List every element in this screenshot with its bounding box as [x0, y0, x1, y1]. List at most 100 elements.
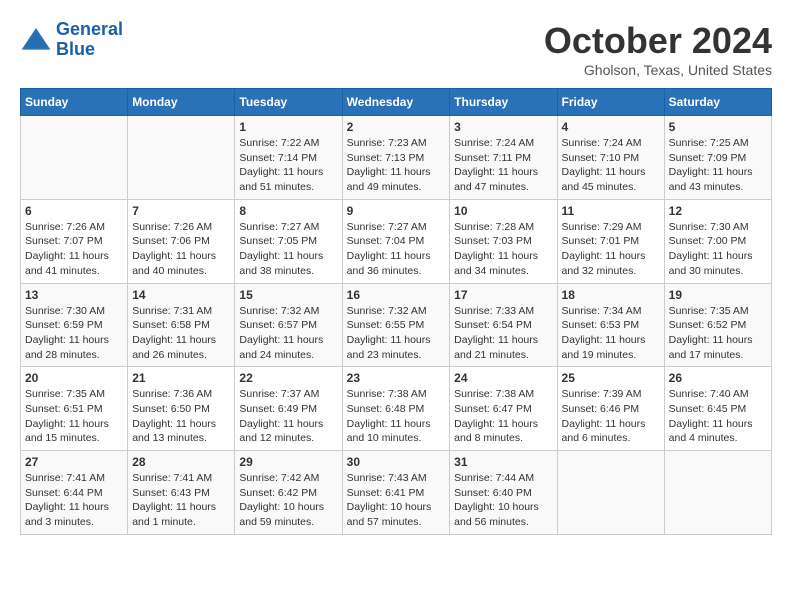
day-number: 3: [454, 120, 552, 134]
col-header-tuesday: Tuesday: [235, 89, 342, 116]
day-cell: 6 Sunrise: 7:26 AM Sunset: 7:07 PM Daylig…: [21, 199, 128, 283]
day-info: Sunrise: 7:36 AM Sunset: 6:50 PM Dayligh…: [132, 387, 230, 446]
day-cell: 3 Sunrise: 7:24 AM Sunset: 7:11 PM Daylig…: [450, 116, 557, 200]
day-number: 10: [454, 204, 552, 218]
day-info: Sunrise: 7:38 AM Sunset: 6:47 PM Dayligh…: [454, 387, 552, 446]
day-number: 15: [239, 288, 337, 302]
day-cell: 21Sunrise: 7:36 AM Sunset: 6:50 PM Dayli…: [128, 367, 235, 451]
day-info: Sunrise: 7:34 AM Sunset: 6:53 PM Dayligh…: [562, 304, 660, 363]
title-block: October 2024 Gholson, Texas, United Stat…: [544, 20, 772, 78]
day-info: Sunrise: 7:30 AM Sunset: 7:00 PM Dayligh…: [669, 220, 767, 279]
day-number: 29: [239, 455, 337, 469]
day-info: Sunrise: 7:26 AM Sunset: 7:06 PM Dayligh…: [132, 220, 230, 279]
logo-icon: [20, 24, 52, 56]
day-cell: 26 Sunrise: 7:40 AM Sunset: 6:45 PM Dayli…: [664, 367, 771, 451]
col-header-sunday: Sunday: [21, 89, 128, 116]
day-number: 6: [25, 204, 123, 218]
day-cell: 17 Sunrise: 7:33 AM Sunset: 6:54 PM Dayli…: [450, 283, 557, 367]
day-number: 19: [669, 288, 767, 302]
day-number: 26: [669, 371, 767, 385]
day-info: Sunrise: 7:32 AM Sunset: 6:57 PM Dayligh…: [239, 304, 337, 363]
day-info: Sunrise: 7:37 AM Sunset: 6:49 PM Dayligh…: [239, 387, 337, 446]
day-number: 31: [454, 455, 552, 469]
day-cell: 20Sunrise: 7:35 AM Sunset: 6:51 PM Dayli…: [21, 367, 128, 451]
day-info: Sunrise: 7:24 AM Sunset: 7:11 PM Dayligh…: [454, 136, 552, 195]
day-number: 13: [25, 288, 123, 302]
day-number: 8: [239, 204, 337, 218]
week-row-5: 27Sunrise: 7:41 AM Sunset: 6:44 PM Dayli…: [21, 451, 772, 535]
day-info: Sunrise: 7:27 AM Sunset: 7:05 PM Dayligh…: [239, 220, 337, 279]
day-info: Sunrise: 7:38 AM Sunset: 6:48 PM Dayligh…: [347, 387, 446, 446]
day-cell: 12 Sunrise: 7:30 AM Sunset: 7:00 PM Dayli…: [664, 199, 771, 283]
col-header-monday: Monday: [128, 89, 235, 116]
day-info: Sunrise: 7:23 AM Sunset: 7:13 PM Dayligh…: [347, 136, 446, 195]
day-cell: 15 Sunrise: 7:32 AM Sunset: 6:57 PM Dayli…: [235, 283, 342, 367]
day-number: 18: [562, 288, 660, 302]
day-cell: 19Sunrise: 7:35 AM Sunset: 6:52 PM Dayli…: [664, 283, 771, 367]
col-header-wednesday: Wednesday: [342, 89, 450, 116]
day-info: Sunrise: 7:24 AM Sunset: 7:10 PM Dayligh…: [562, 136, 660, 195]
day-cell: 4 Sunrise: 7:24 AM Sunset: 7:10 PM Daylig…: [557, 116, 664, 200]
day-cell: 25 Sunrise: 7:39 AM Sunset: 6:46 PM Dayli…: [557, 367, 664, 451]
day-cell: 13 Sunrise: 7:30 AM Sunset: 6:59 PM Dayli…: [21, 283, 128, 367]
day-cell: 28 Sunrise: 7:41 AM Sunset: 6:43 PM Dayli…: [128, 451, 235, 535]
day-number: 28: [132, 455, 230, 469]
day-cell: 16 Sunrise: 7:32 AM Sunset: 6:55 PM Dayli…: [342, 283, 450, 367]
day-info: Sunrise: 7:22 AM Sunset: 7:14 PM Dayligh…: [239, 136, 337, 195]
day-cell: 24Sunrise: 7:38 AM Sunset: 6:47 PM Dayli…: [450, 367, 557, 451]
day-info: Sunrise: 7:29 AM Sunset: 7:01 PM Dayligh…: [562, 220, 660, 279]
day-cell: 2 Sunrise: 7:23 AM Sunset: 7:13 PM Daylig…: [342, 116, 450, 200]
month-title: October 2024: [544, 20, 772, 62]
day-cell: 7Sunrise: 7:26 AM Sunset: 7:06 PM Daylig…: [128, 199, 235, 283]
day-cell: 22 Sunrise: 7:37 AM Sunset: 6:49 PM Dayli…: [235, 367, 342, 451]
day-number: 12: [669, 204, 767, 218]
col-header-friday: Friday: [557, 89, 664, 116]
day-cell: 9Sunrise: 7:27 AM Sunset: 7:04 PM Daylig…: [342, 199, 450, 283]
day-info: Sunrise: 7:32 AM Sunset: 6:55 PM Dayligh…: [347, 304, 446, 363]
day-info: Sunrise: 7:41 AM Sunset: 6:43 PM Dayligh…: [132, 471, 230, 530]
day-cell: 23 Sunrise: 7:38 AM Sunset: 6:48 PM Dayli…: [342, 367, 450, 451]
day-info: Sunrise: 7:43 AM Sunset: 6:41 PM Dayligh…: [347, 471, 446, 530]
day-number: 27: [25, 455, 123, 469]
day-number: 22: [239, 371, 337, 385]
day-number: 4: [562, 120, 660, 134]
logo-text: General Blue: [56, 20, 123, 60]
day-cell: 27Sunrise: 7:41 AM Sunset: 6:44 PM Dayli…: [21, 451, 128, 535]
day-number: 2: [347, 120, 446, 134]
page-header: General Blue October 2024 Gholson, Texas…: [20, 20, 772, 78]
day-info: Sunrise: 7:28 AM Sunset: 7:03 PM Dayligh…: [454, 220, 552, 279]
day-info: Sunrise: 7:26 AM Sunset: 7:07 PM Dayligh…: [25, 220, 123, 279]
day-info: Sunrise: 7:42 AM Sunset: 6:42 PM Dayligh…: [239, 471, 337, 530]
day-cell: 11Sunrise: 7:29 AM Sunset: 7:01 PM Dayli…: [557, 199, 664, 283]
day-number: 17: [454, 288, 552, 302]
day-number: 1: [239, 120, 337, 134]
week-row-3: 13 Sunrise: 7:30 AM Sunset: 6:59 PM Dayli…: [21, 283, 772, 367]
day-cell: [557, 451, 664, 535]
day-cell: 8 Sunrise: 7:27 AM Sunset: 7:05 PM Daylig…: [235, 199, 342, 283]
day-cell: 5 Sunrise: 7:25 AM Sunset: 7:09 PM Daylig…: [664, 116, 771, 200]
day-number: 16: [347, 288, 446, 302]
day-info: Sunrise: 7:44 AM Sunset: 6:40 PM Dayligh…: [454, 471, 552, 530]
day-number: 25: [562, 371, 660, 385]
day-info: Sunrise: 7:27 AM Sunset: 7:04 PM Dayligh…: [347, 220, 446, 279]
day-number: 5: [669, 120, 767, 134]
day-info: Sunrise: 7:35 AM Sunset: 6:51 PM Dayligh…: [25, 387, 123, 446]
day-cell: 30 Sunrise: 7:43 AM Sunset: 6:41 PM Dayli…: [342, 451, 450, 535]
day-cell: 14Sunrise: 7:31 AM Sunset: 6:58 PM Dayli…: [128, 283, 235, 367]
day-info: Sunrise: 7:39 AM Sunset: 6:46 PM Dayligh…: [562, 387, 660, 446]
day-info: Sunrise: 7:33 AM Sunset: 6:54 PM Dayligh…: [454, 304, 552, 363]
day-cell: [664, 451, 771, 535]
day-number: 30: [347, 455, 446, 469]
day-cell: 10 Sunrise: 7:28 AM Sunset: 7:03 PM Dayli…: [450, 199, 557, 283]
day-info: Sunrise: 7:31 AM Sunset: 6:58 PM Dayligh…: [132, 304, 230, 363]
day-cell: 18 Sunrise: 7:34 AM Sunset: 6:53 PM Dayli…: [557, 283, 664, 367]
week-row-1: 1 Sunrise: 7:22 AM Sunset: 7:14 PM Daylig…: [21, 116, 772, 200]
day-cell: 29 Sunrise: 7:42 AM Sunset: 6:42 PM Dayli…: [235, 451, 342, 535]
day-cell: [21, 116, 128, 200]
week-row-4: 20Sunrise: 7:35 AM Sunset: 6:51 PM Dayli…: [21, 367, 772, 451]
day-info: Sunrise: 7:25 AM Sunset: 7:09 PM Dayligh…: [669, 136, 767, 195]
col-header-saturday: Saturday: [664, 89, 771, 116]
day-info: Sunrise: 7:40 AM Sunset: 6:45 PM Dayligh…: [669, 387, 767, 446]
day-info: Sunrise: 7:30 AM Sunset: 6:59 PM Dayligh…: [25, 304, 123, 363]
day-number: 23: [347, 371, 446, 385]
